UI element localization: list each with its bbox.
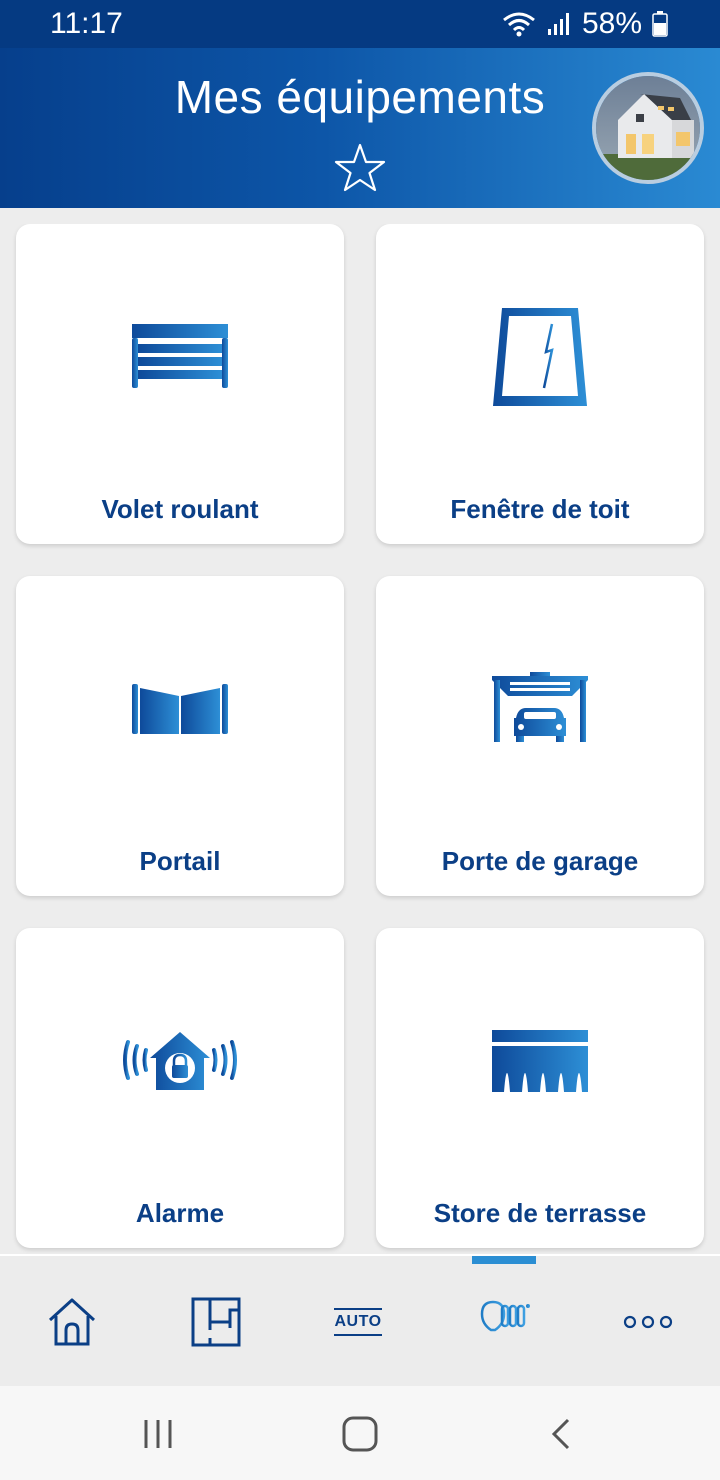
battery-percent: 58%: [581, 7, 642, 40]
tile-label: Volet roulant: [101, 494, 259, 524]
roof-window-icon: [376, 224, 704, 504]
equipment-grid: Volet roulant Fenêtre de toit Portail Po…: [0, 224, 720, 1255]
home-circle-icon[interactable]: [338, 1412, 382, 1456]
back-icon[interactable]: [540, 1412, 584, 1456]
home-icon[interactable]: [44, 1294, 100, 1350]
house-photo-avatar[interactable]: [592, 72, 704, 184]
alarm-house-icon: [16, 928, 344, 1208]
auto-mode-tab[interactable]: AUTO: [330, 1294, 386, 1350]
tile-label: Alarme: [135, 1198, 225, 1228]
battery-icon: [652, 11, 668, 37]
tile-portail[interactable]: Portail: [16, 576, 344, 896]
awning-icon: [376, 928, 704, 1208]
system-navigation-bar: [0, 1386, 720, 1480]
tile-volet-roulant[interactable]: Volet roulant: [16, 224, 344, 544]
app-header: Mes équipements: [0, 48, 720, 208]
status-bar: 11:17 58%: [0, 0, 720, 48]
tile-label: Store de terrasse: [433, 1198, 647, 1228]
active-tab-indicator: [472, 1256, 536, 1264]
auto-label: AUTO: [334, 1308, 382, 1336]
signal-icon: [546, 11, 572, 37]
rolling-shutter-icon: [16, 224, 344, 504]
tile-alarme[interactable]: Alarme: [16, 928, 344, 1248]
status-icons: 58%: [502, 7, 668, 41]
more-icon[interactable]: [620, 1294, 676, 1350]
tile-store-de-terrasse[interactable]: Store de terrasse: [376, 928, 704, 1248]
recents-icon[interactable]: [136, 1412, 180, 1456]
gate-icon: [16, 576, 344, 856]
tile-fenetre-de-toit[interactable]: Fenêtre de toit: [376, 224, 704, 544]
floor-plan-icon[interactable]: [190, 1294, 242, 1350]
star-outline-icon[interactable]: [334, 142, 386, 194]
tile-label: Fenêtre de toit: [450, 494, 630, 524]
tile-label: Portail: [139, 846, 221, 876]
bottom-navigation: AUTO: [0, 1254, 720, 1386]
tile-label: Porte de garage: [441, 846, 639, 876]
garage-door-icon: [376, 576, 704, 856]
wifi-icon: [502, 11, 536, 37]
status-time: 11:17: [50, 7, 123, 40]
devices-icon[interactable]: [476, 1294, 532, 1350]
tile-porte-de-garage[interactable]: Porte de garage: [376, 576, 704, 896]
